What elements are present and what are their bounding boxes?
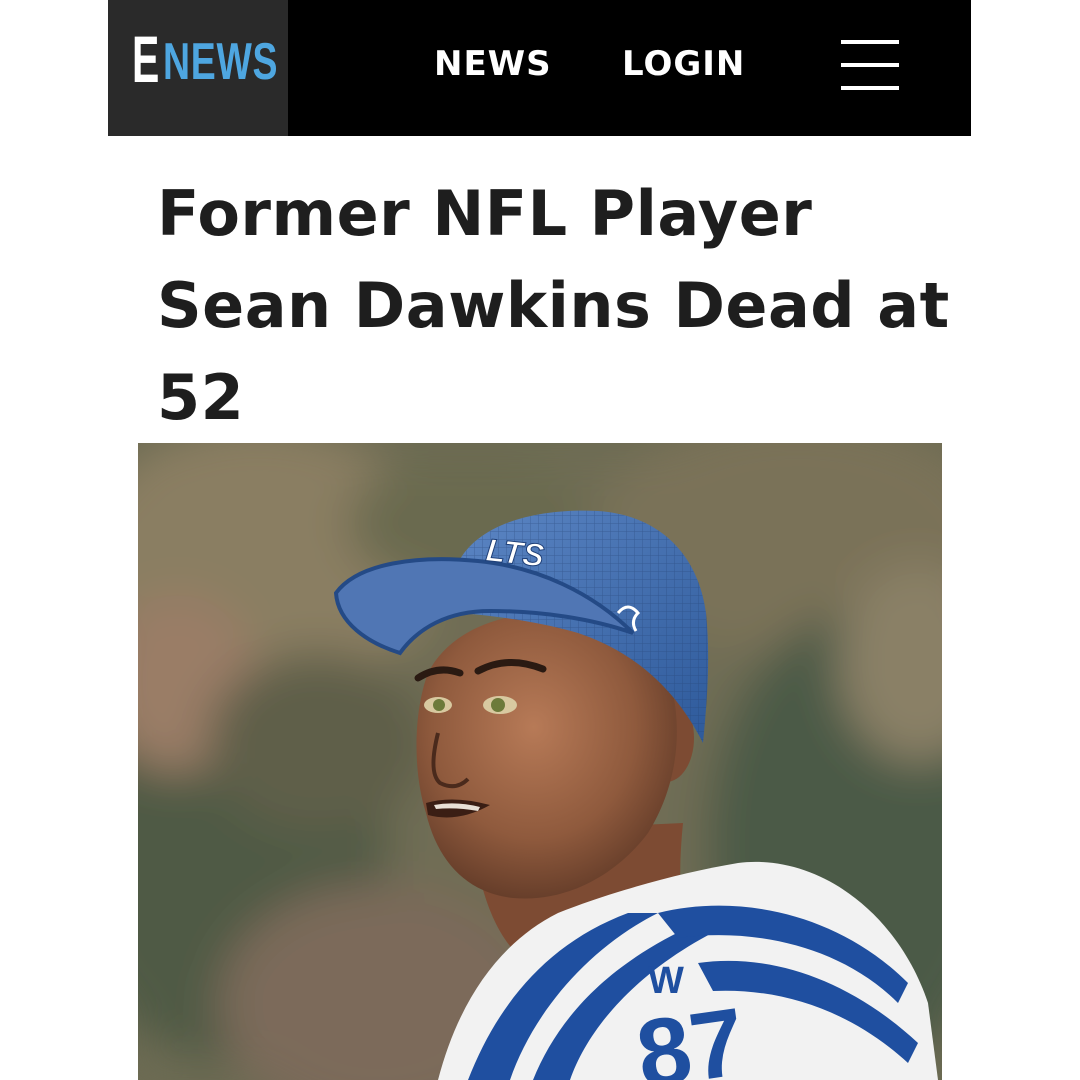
jersey-number: 87 [630, 988, 751, 1080]
menu-line [841, 40, 899, 44]
hamburger-menu-icon[interactable] [841, 40, 899, 90]
logo-news-text: NEWS [163, 33, 279, 91]
article-headline: Former NFL Player Sean Dawkins Dead at 5… [157, 177, 950, 434]
nav-login-link[interactable]: LOGIN [622, 44, 745, 84]
menu-line [841, 63, 899, 67]
cap-text: LTS [484, 532, 546, 574]
menu-line [841, 86, 899, 90]
player-photo: W 87 LTS [138, 443, 942, 1080]
enews-logo[interactable]: E NEWS [108, 0, 288, 136]
site-header: E NEWS NEWS LOGIN [108, 0, 971, 136]
nav-news-link[interactable]: NEWS [434, 44, 552, 84]
article-hero-image: W 87 LTS [138, 443, 942, 1080]
logo-e-letter: E [132, 22, 160, 96]
